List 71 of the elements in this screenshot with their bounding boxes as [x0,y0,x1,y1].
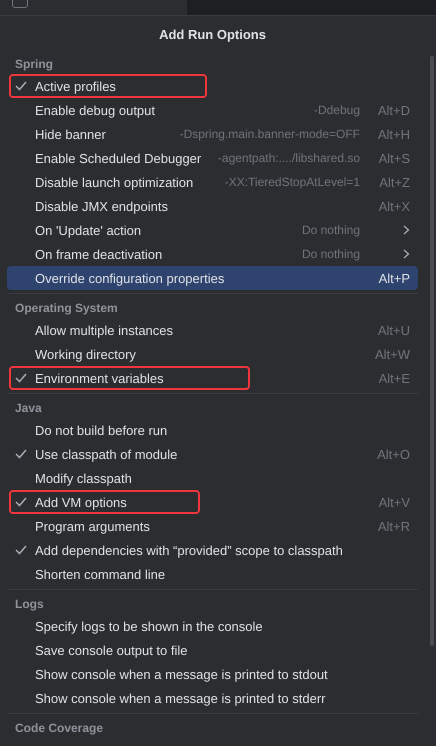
item-hint: -agentpath:..../libshared.so [216,151,360,165]
item-label: Allow multiple instances [35,322,174,338]
shortcut-label: Alt+S [378,150,410,166]
item-label: Use classpath of module [35,446,178,462]
menu-item[interactable]: Use classpath of module Alt+O [7,442,418,466]
section-header: Logs [14,596,45,612]
item-label: Show console when a message is printed to stdout [35,666,328,682]
item-label: Disable JMX endpoints [35,198,168,214]
shortcut-label: Alt+V [378,494,410,510]
menu-item[interactable]: Hide banner -Dspring.main.banner-mode=OFF Alt+H [7,122,418,146]
shortcut-label: Alt+E [378,370,410,386]
menu-item[interactable]: On frame deactivation Do nothing [7,242,418,266]
item-hint: -Dspring.main.banner-mode=OFF [178,127,360,141]
menu-item[interactable]: Enable Scheduled Debugger -agentpath:..../libshared.so Alt+S [7,146,418,170]
menu-item[interactable]: Active profiles [7,74,418,98]
item-hint: Do nothing [300,223,360,237]
menu-item[interactable]: Environment variables Alt+E [7,366,418,390]
shortcut-label: Alt+H [376,126,410,142]
menu-item[interactable]: Add VM options Alt+V [7,490,418,514]
menu-item[interactable]: Shorten command line [7,562,418,586]
shortcut-label: Alt+U [376,322,410,338]
item-label: Shorten command line [35,566,166,582]
menu-item[interactable]: Add dependencies with “provided” scope to classpath [7,538,418,562]
item-label: Modify classpath [35,470,132,486]
item-label: Add dependencies with “provided” scope to classpath [35,542,343,558]
item-label: Save console output to file [35,642,188,658]
menu-item[interactable]: Save console output to file [7,638,418,662]
item-label: Active profiles [35,78,116,94]
item-label: Do not build before run [35,422,168,438]
item-label: Show console when a message is printed to stderr [35,690,326,706]
item-label: Program arguments [35,518,150,534]
item-label: Working directory [35,346,136,362]
menu-item[interactable]: Modify classpath [7,466,418,490]
item-label: On 'Update' action [35,222,142,238]
item-label: Hide banner [35,126,106,142]
menu-item[interactable]: Do not build before run [7,418,418,442]
item-hint: Do nothing [300,247,360,261]
menu-item[interactable]: Allow multiple instances Alt+U [7,318,418,342]
shortcut-label: Alt+Z [378,174,410,190]
shortcut-label: Alt+P [378,270,410,286]
item-label: Specify logs to be shown in the console [35,618,263,634]
menu-item[interactable]: Working directory Alt+W [7,342,418,366]
menu-item[interactable]: Override configuration properties Alt+P [7,266,418,290]
menu-item[interactable]: Program arguments Alt+R [7,514,418,538]
item-label: Override configuration properties [35,270,224,286]
menu-item[interactable]: On 'Update' action Do nothing [7,218,418,242]
shortcut-label: Alt+D [376,102,410,118]
scrollbar[interactable] [430,56,434,646]
shortcut-label: Alt+W [374,346,410,362]
popup-title: Add Run Options [158,26,267,44]
item-label: Environment variables [35,370,164,386]
section-header: Code Coverage [14,720,104,736]
shortcut-label: Alt+R [376,518,410,534]
item-hint: -Ddebug [312,103,360,117]
item-label: Enable Scheduled Debugger [35,150,202,166]
item-hint: -XX:TieredStopAtLevel=1 [224,175,360,189]
menu-item[interactable]: Enable debug output -Ddebug Alt+D [7,98,418,122]
section-header: Java [14,400,43,416]
menu-item[interactable]: Disable JMX endpoints Alt+X [7,194,418,218]
section-header: Spring [14,56,54,72]
section-header: Operating System [14,300,119,316]
menu-item[interactable]: Show console when a message is printed to stderr [7,686,418,710]
menu-item[interactable]: Disable launch optimization -XX:TieredStopAtLevel=1 Alt+Z [7,170,418,194]
menu-item[interactable]: Show console when a message is printed to stdout [7,662,418,686]
item-label: Add VM options [35,494,127,510]
item-label: Disable launch optimization [35,174,194,190]
shortcut-label: Alt+X [378,198,410,214]
menu-item[interactable]: Specify logs to be shown in the console [7,614,418,638]
item-label: On frame deactivation [35,246,162,262]
item-label: Enable debug output [35,102,155,118]
shortcut-label: Alt+O [376,446,410,462]
